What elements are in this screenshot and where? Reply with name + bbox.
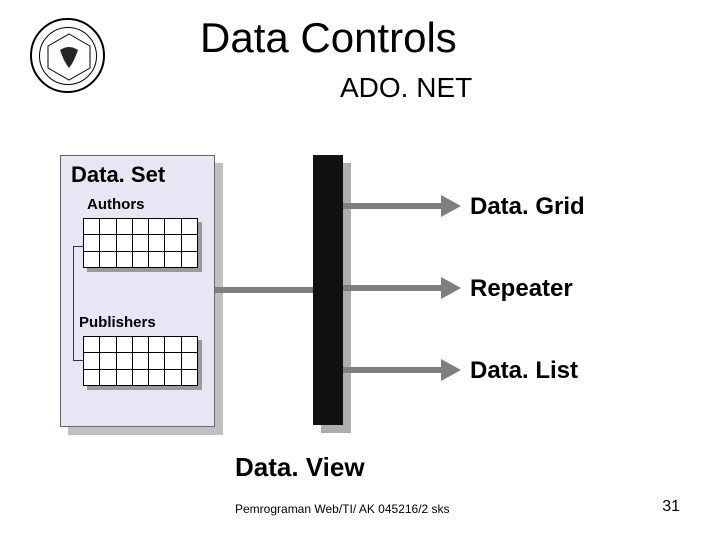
- control-datagrid: Data. Grid: [470, 193, 585, 221]
- table-grid-publishers: [83, 336, 198, 386]
- dataset-title: Data. Set: [71, 162, 165, 188]
- control-datalist: Data. List: [470, 357, 578, 385]
- slide-subtitle: ADO. NET: [340, 72, 472, 104]
- dataview-label: Data. View: [235, 452, 365, 483]
- page-number: 31: [662, 498, 680, 516]
- slide-title: Data Controls: [200, 14, 457, 62]
- university-logo: [30, 18, 105, 93]
- seal-icon: [39, 27, 97, 85]
- control-repeater: Repeater: [470, 275, 573, 303]
- relationship-line: [73, 246, 83, 361]
- arrow-to-repeater: [343, 283, 463, 293]
- arrow-to-datalist: [343, 365, 463, 375]
- table-label-authors: Authors: [87, 196, 145, 213]
- diagram-area: Data. Set Authors Publishers Data. Grid …: [60, 155, 660, 435]
- dataset-box: Data. Set Authors Publishers: [60, 155, 215, 427]
- dataview-bar: [313, 155, 343, 425]
- connector-dataset-to-bar: [215, 287, 313, 293]
- footer-course-info: Pemrograman Web/TI/ AK 045216/2 sks: [235, 502, 450, 516]
- table-label-publishers: Publishers: [79, 314, 156, 331]
- arrow-to-datagrid: [343, 201, 463, 211]
- table-grid-authors: [83, 218, 198, 268]
